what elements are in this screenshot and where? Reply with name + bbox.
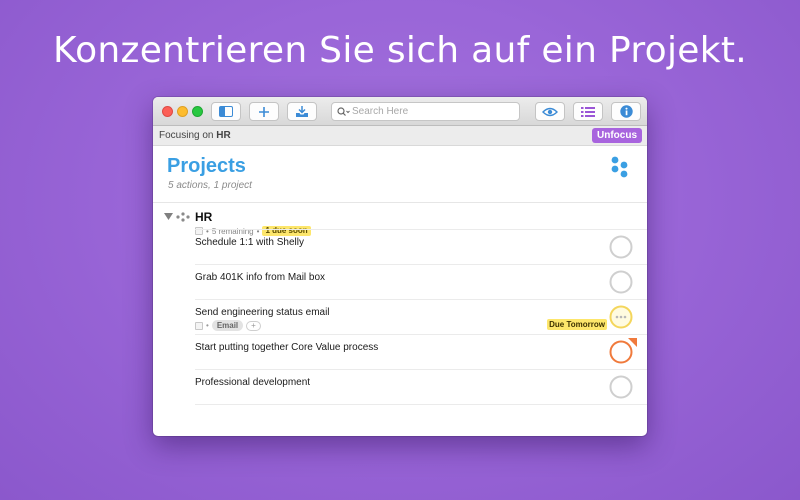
view-options-button[interactable] bbox=[535, 102, 565, 121]
due-date-badge: Due Tomorrow bbox=[547, 319, 607, 330]
sidebar-toggle-button[interactable] bbox=[211, 102, 241, 121]
status-ring-icon[interactable] bbox=[609, 338, 637, 364]
inbox-icon bbox=[296, 105, 308, 117]
action-title: Schedule 1:1 with Shelly bbox=[195, 237, 304, 248]
project-name: HR bbox=[195, 210, 213, 224]
inbox-button[interactable] bbox=[287, 102, 317, 121]
info-icon bbox=[619, 105, 633, 118]
focus-bar: Focusing on HR Unfocus bbox=[153, 126, 647, 146]
note-icon[interactable] bbox=[195, 321, 203, 330]
disclosure-triangle-icon[interactable] bbox=[164, 213, 173, 220]
action-row[interactable]: Grab 401K info from Mail box bbox=[195, 264, 647, 299]
tag-pill[interactable]: Email bbox=[211, 320, 244, 331]
app-window: Focusing on HR Unfocus Projects 5 action… bbox=[153, 97, 647, 436]
search-icon bbox=[337, 106, 350, 116]
action-row[interactable]: Send engineering status email • Email + … bbox=[195, 299, 647, 334]
action-row[interactable]: Professional development bbox=[195, 369, 647, 404]
eye-icon bbox=[542, 107, 558, 116]
action-row[interactable]: Start putting together Core Value proces… bbox=[195, 334, 647, 369]
page-subtitle: 5 actions, 1 project bbox=[168, 180, 252, 191]
project-dots-icon bbox=[176, 212, 190, 222]
action-row[interactable]: Schedule 1:1 with Shelly bbox=[195, 229, 647, 264]
action-title: Send engineering status email bbox=[195, 307, 330, 318]
sidebar-icon bbox=[219, 106, 233, 117]
inspector-list-button[interactable] bbox=[573, 102, 603, 121]
plus-icon bbox=[259, 106, 269, 117]
new-item-button[interactable] bbox=[249, 102, 279, 121]
add-tag-button[interactable]: + bbox=[246, 320, 261, 331]
action-title: Start putting together Core Value proces… bbox=[195, 342, 379, 353]
search-input[interactable] bbox=[352, 106, 512, 117]
focus-project: HR bbox=[216, 130, 231, 141]
minimize-button[interactable] bbox=[177, 106, 188, 117]
list-bottom-divider bbox=[195, 404, 647, 405]
focus-label: Focusing on HR bbox=[159, 130, 231, 141]
action-tags: • Email + bbox=[195, 320, 261, 331]
page-title: Projects bbox=[167, 155, 246, 177]
headline: Konzentrieren Sie sich auf ein Projekt. bbox=[52, 30, 748, 71]
status-ring-icon[interactable] bbox=[609, 305, 633, 329]
close-button[interactable] bbox=[162, 106, 173, 117]
header-divider bbox=[153, 202, 647, 203]
unfocus-button[interactable]: Unfocus bbox=[592, 128, 642, 143]
zoom-button[interactable] bbox=[192, 106, 203, 117]
action-title: Grab 401K info from Mail box bbox=[195, 272, 326, 283]
list-icon bbox=[581, 106, 595, 117]
focus-prefix: Focusing on bbox=[159, 130, 214, 141]
action-title: Professional development bbox=[195, 377, 311, 388]
status-ring-icon[interactable] bbox=[609, 270, 633, 294]
separator-dot: • bbox=[206, 321, 209, 330]
projects-icon bbox=[611, 156, 628, 178]
status-ring-icon[interactable] bbox=[609, 235, 633, 259]
titlebar bbox=[153, 97, 647, 126]
status-ring-icon[interactable] bbox=[609, 375, 633, 399]
search-field[interactable] bbox=[331, 102, 520, 121]
info-button[interactable] bbox=[611, 102, 641, 121]
